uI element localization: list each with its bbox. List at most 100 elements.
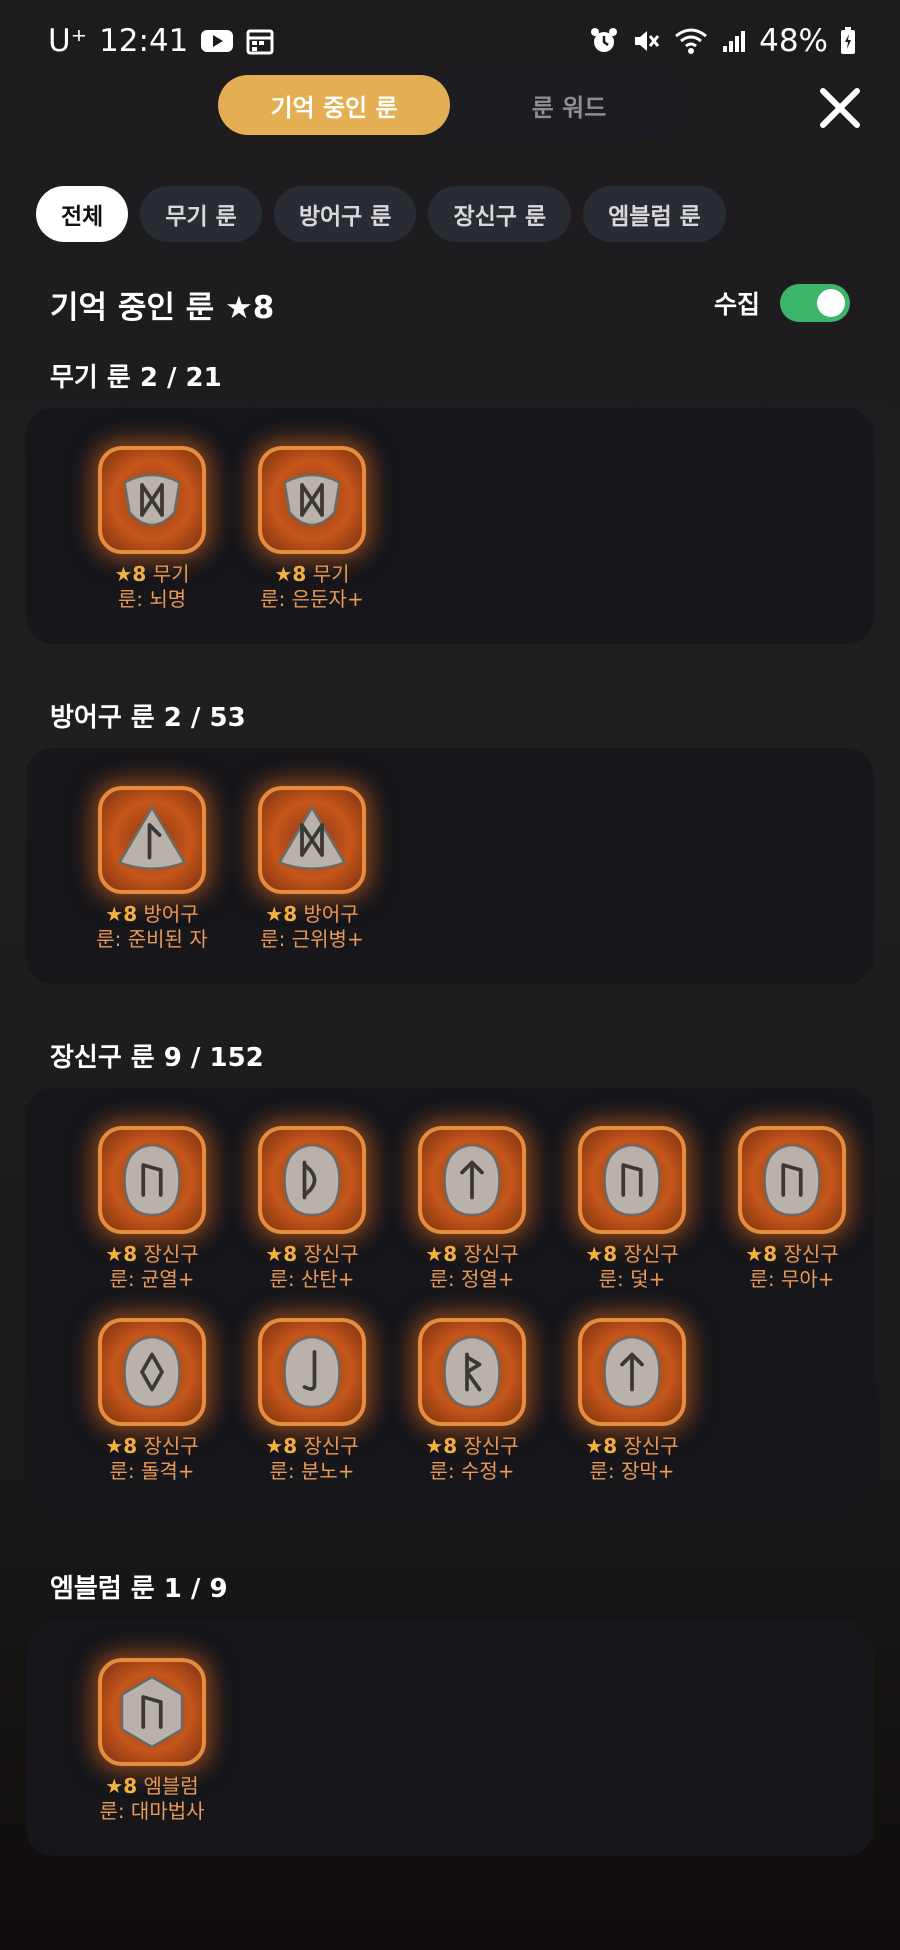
close-button[interactable] <box>812 80 868 136</box>
rune-type: 장신구 <box>617 1434 679 1458</box>
toggle-knob <box>817 289 845 317</box>
rune-label: ★8 장신구 룬: 돌격+ <box>105 1434 198 1484</box>
rune-icon-frame <box>98 1658 206 1766</box>
rune-type: 장신구 <box>137 1242 199 1266</box>
rune-type: 장신구 <box>297 1434 359 1458</box>
rune-grid: ★8 무기 룬: 뇌명 ★8 무기 룬: 은둔자+ <box>72 446 872 612</box>
chip-weapon-runes[interactable]: 무기 룬 <box>140 186 262 242</box>
rune-grade: ★8 <box>745 1242 778 1266</box>
status-bar: U⁺ 12:41 48% <box>0 0 900 82</box>
rune-icon-frame <box>98 1318 206 1426</box>
signal-icon <box>721 28 747 54</box>
rune-icon-frame <box>578 1126 686 1234</box>
rune-grade: ★8 <box>105 1242 138 1266</box>
rune-name: 룬: 은둔자+ <box>260 587 364 611</box>
rune-label: ★8 방어구 룬: 근위병+ <box>260 902 363 952</box>
rune-card[interactable]: ★8 장신구 룬: 산탄+ <box>232 1126 392 1292</box>
rune-icon-frame <box>258 446 366 554</box>
section-title-emblem: 엠블럼 룬 1 / 9 <box>50 1574 228 1604</box>
rune-name: 룬: 균열+ <box>109 1267 195 1291</box>
rune-icon-frame <box>258 1318 366 1426</box>
top-tabs: 기억 중인 룬 룬 워드 <box>218 75 688 135</box>
rune-grade: ★8 <box>585 1242 618 1266</box>
tab-rune-words[interactable]: 룬 워드 <box>450 75 688 135</box>
status-left: U⁺ 12:41 <box>48 23 274 59</box>
rune-name: 룬: 근위병+ <box>260 927 364 951</box>
rune-name: 룬: 수정+ <box>429 1459 515 1483</box>
rune-card[interactable]: ★8 장신구 룬: 돌격+ <box>72 1318 232 1484</box>
rune-card[interactable]: ★8 무기 룬: 은둔자+ <box>232 446 392 612</box>
rune-stone-icon <box>603 1143 661 1217</box>
rune-stone-icon <box>123 473 181 527</box>
rune-label: ★8 장신구 룬: 정열+ <box>425 1242 518 1292</box>
rune-type: 방어구 <box>137 902 199 926</box>
rune-card[interactable]: ★8 방어구 룬: 준비된 자 <box>72 786 232 952</box>
rune-grade: ★8 <box>265 1434 298 1458</box>
rune-grade: ★8 <box>585 1434 618 1458</box>
chip-accessory-runes[interactable]: 장신구 룬 <box>428 186 572 242</box>
rune-card[interactable]: ★8 장신구 룬: 정열+ <box>392 1126 552 1292</box>
rune-label: ★8 엠블럼 룬: 대마법사 <box>99 1774 204 1824</box>
battery-percent: 48% <box>759 23 828 59</box>
rune-name: 룬: 준비된 자 <box>96 927 208 951</box>
rune-label: ★8 무기 룬: 뇌명 <box>114 562 189 612</box>
rune-label: ★8 무기 룬: 은둔자+ <box>260 562 363 612</box>
rune-name: 룬: 장막+ <box>589 1459 675 1483</box>
section-panel-accessory: ★8 장신구 룬: 균열+ ★8 장신구 룬: 산탄+ ★8 장신구 룬: 정열+ ★8 장… <box>26 1088 874 1516</box>
rune-type: 장신구 <box>457 1434 519 1458</box>
rune-card[interactable]: ★8 장신구 룬: 덫+ <box>552 1126 712 1292</box>
rune-icon-frame <box>418 1126 526 1234</box>
rune-name: 룬: 산탄+ <box>269 1267 355 1291</box>
section-panel-armor: ★8 방어구 룬: 준비된 자 ★8 방어구 룬: 근위병+ <box>26 748 874 984</box>
rune-stone-icon <box>763 1143 821 1217</box>
chip-all[interactable]: 전체 <box>36 186 129 242</box>
section-panel-emblem: ★8 엠블럼 룬: 대마법사 <box>26 1620 874 1856</box>
rune-label: ★8 방어구 룬: 준비된 자 <box>96 902 207 952</box>
rune-name: 룬: 돌격+ <box>109 1459 195 1483</box>
rune-stone-icon <box>117 805 187 870</box>
rune-card[interactable]: ★8 장신구 룬: 분노+ <box>232 1318 392 1484</box>
tab-memorized-runes[interactable]: 기억 중인 룬 <box>218 75 450 135</box>
rune-card[interactable]: ★8 장신구 룬: 무아+ <box>712 1126 872 1292</box>
rune-stone-icon <box>123 1335 181 1409</box>
rune-type: 엠블럼 <box>137 1774 199 1798</box>
collect-toggle[interactable] <box>780 284 850 322</box>
chip-emblem-runes[interactable]: 엠블럼 룬 <box>583 186 726 242</box>
section-panel-weapon: ★8 무기 룬: 뇌명 ★8 무기 룬: 은둔자+ <box>26 408 874 644</box>
rune-name: 룬: 분노+ <box>269 1459 355 1483</box>
rune-card[interactable]: ★8 장신구 룬: 장막+ <box>552 1318 712 1484</box>
chip-armor-runes[interactable]: 방어구 룬 <box>273 186 417 242</box>
section-title-accessory: 장신구 룬 9 / 152 <box>50 1043 264 1073</box>
rune-grade: ★8 <box>425 1434 458 1458</box>
rune-card[interactable]: ★8 장신구 룬: 수정+ <box>392 1318 552 1484</box>
rune-label: ★8 장신구 룬: 산탄+ <box>265 1242 358 1292</box>
wifi-icon <box>673 26 709 56</box>
section-title-armor: 방어구 룬 2 / 53 <box>50 703 246 733</box>
rune-stone-icon <box>120 1675 184 1749</box>
rune-type: 무기 <box>306 562 350 586</box>
battery-icon <box>840 27 856 55</box>
rune-icon-frame <box>418 1318 526 1426</box>
rune-card[interactable]: ★8 장신구 룬: 균열+ <box>72 1126 232 1292</box>
rune-type: 장신구 <box>457 1242 519 1266</box>
rune-icon-frame <box>98 786 206 894</box>
rune-name: 룬: 무아+ <box>749 1267 835 1291</box>
rune-type: 장신구 <box>777 1242 839 1266</box>
rune-grade: ★8 <box>265 902 298 926</box>
rune-type: 무기 <box>146 562 190 586</box>
mute-icon <box>631 26 661 56</box>
rune-card[interactable]: ★8 무기 룬: 뇌명 <box>72 446 232 612</box>
collect-toggle-row: 수집 <box>714 284 850 322</box>
rune-card[interactable]: ★8 방어구 룬: 근위병+ <box>232 786 392 952</box>
filter-chips: 전체 무기 룬 방어구 룬 장신구 룬 엠블럼 룬 <box>36 186 726 242</box>
rune-grid: ★8 엠블럼 룬: 대마법사 <box>72 1658 872 1824</box>
rune-type: 장신구 <box>617 1242 679 1266</box>
rune-icon-frame <box>98 1126 206 1234</box>
youtube-icon <box>200 28 234 54</box>
rune-grid: ★8 장신구 룬: 균열+ ★8 장신구 룬: 산탄+ ★8 장신구 룬: 정열+ ★8 장… <box>72 1126 872 1484</box>
rune-stone-icon <box>123 1143 181 1217</box>
rune-label: ★8 장신구 룬: 덫+ <box>585 1242 678 1292</box>
rune-grade: ★8 <box>105 902 138 926</box>
rune-label: ★8 장신구 룬: 균열+ <box>105 1242 198 1292</box>
rune-card[interactable]: ★8 엠블럼 룬: 대마법사 <box>72 1658 232 1824</box>
